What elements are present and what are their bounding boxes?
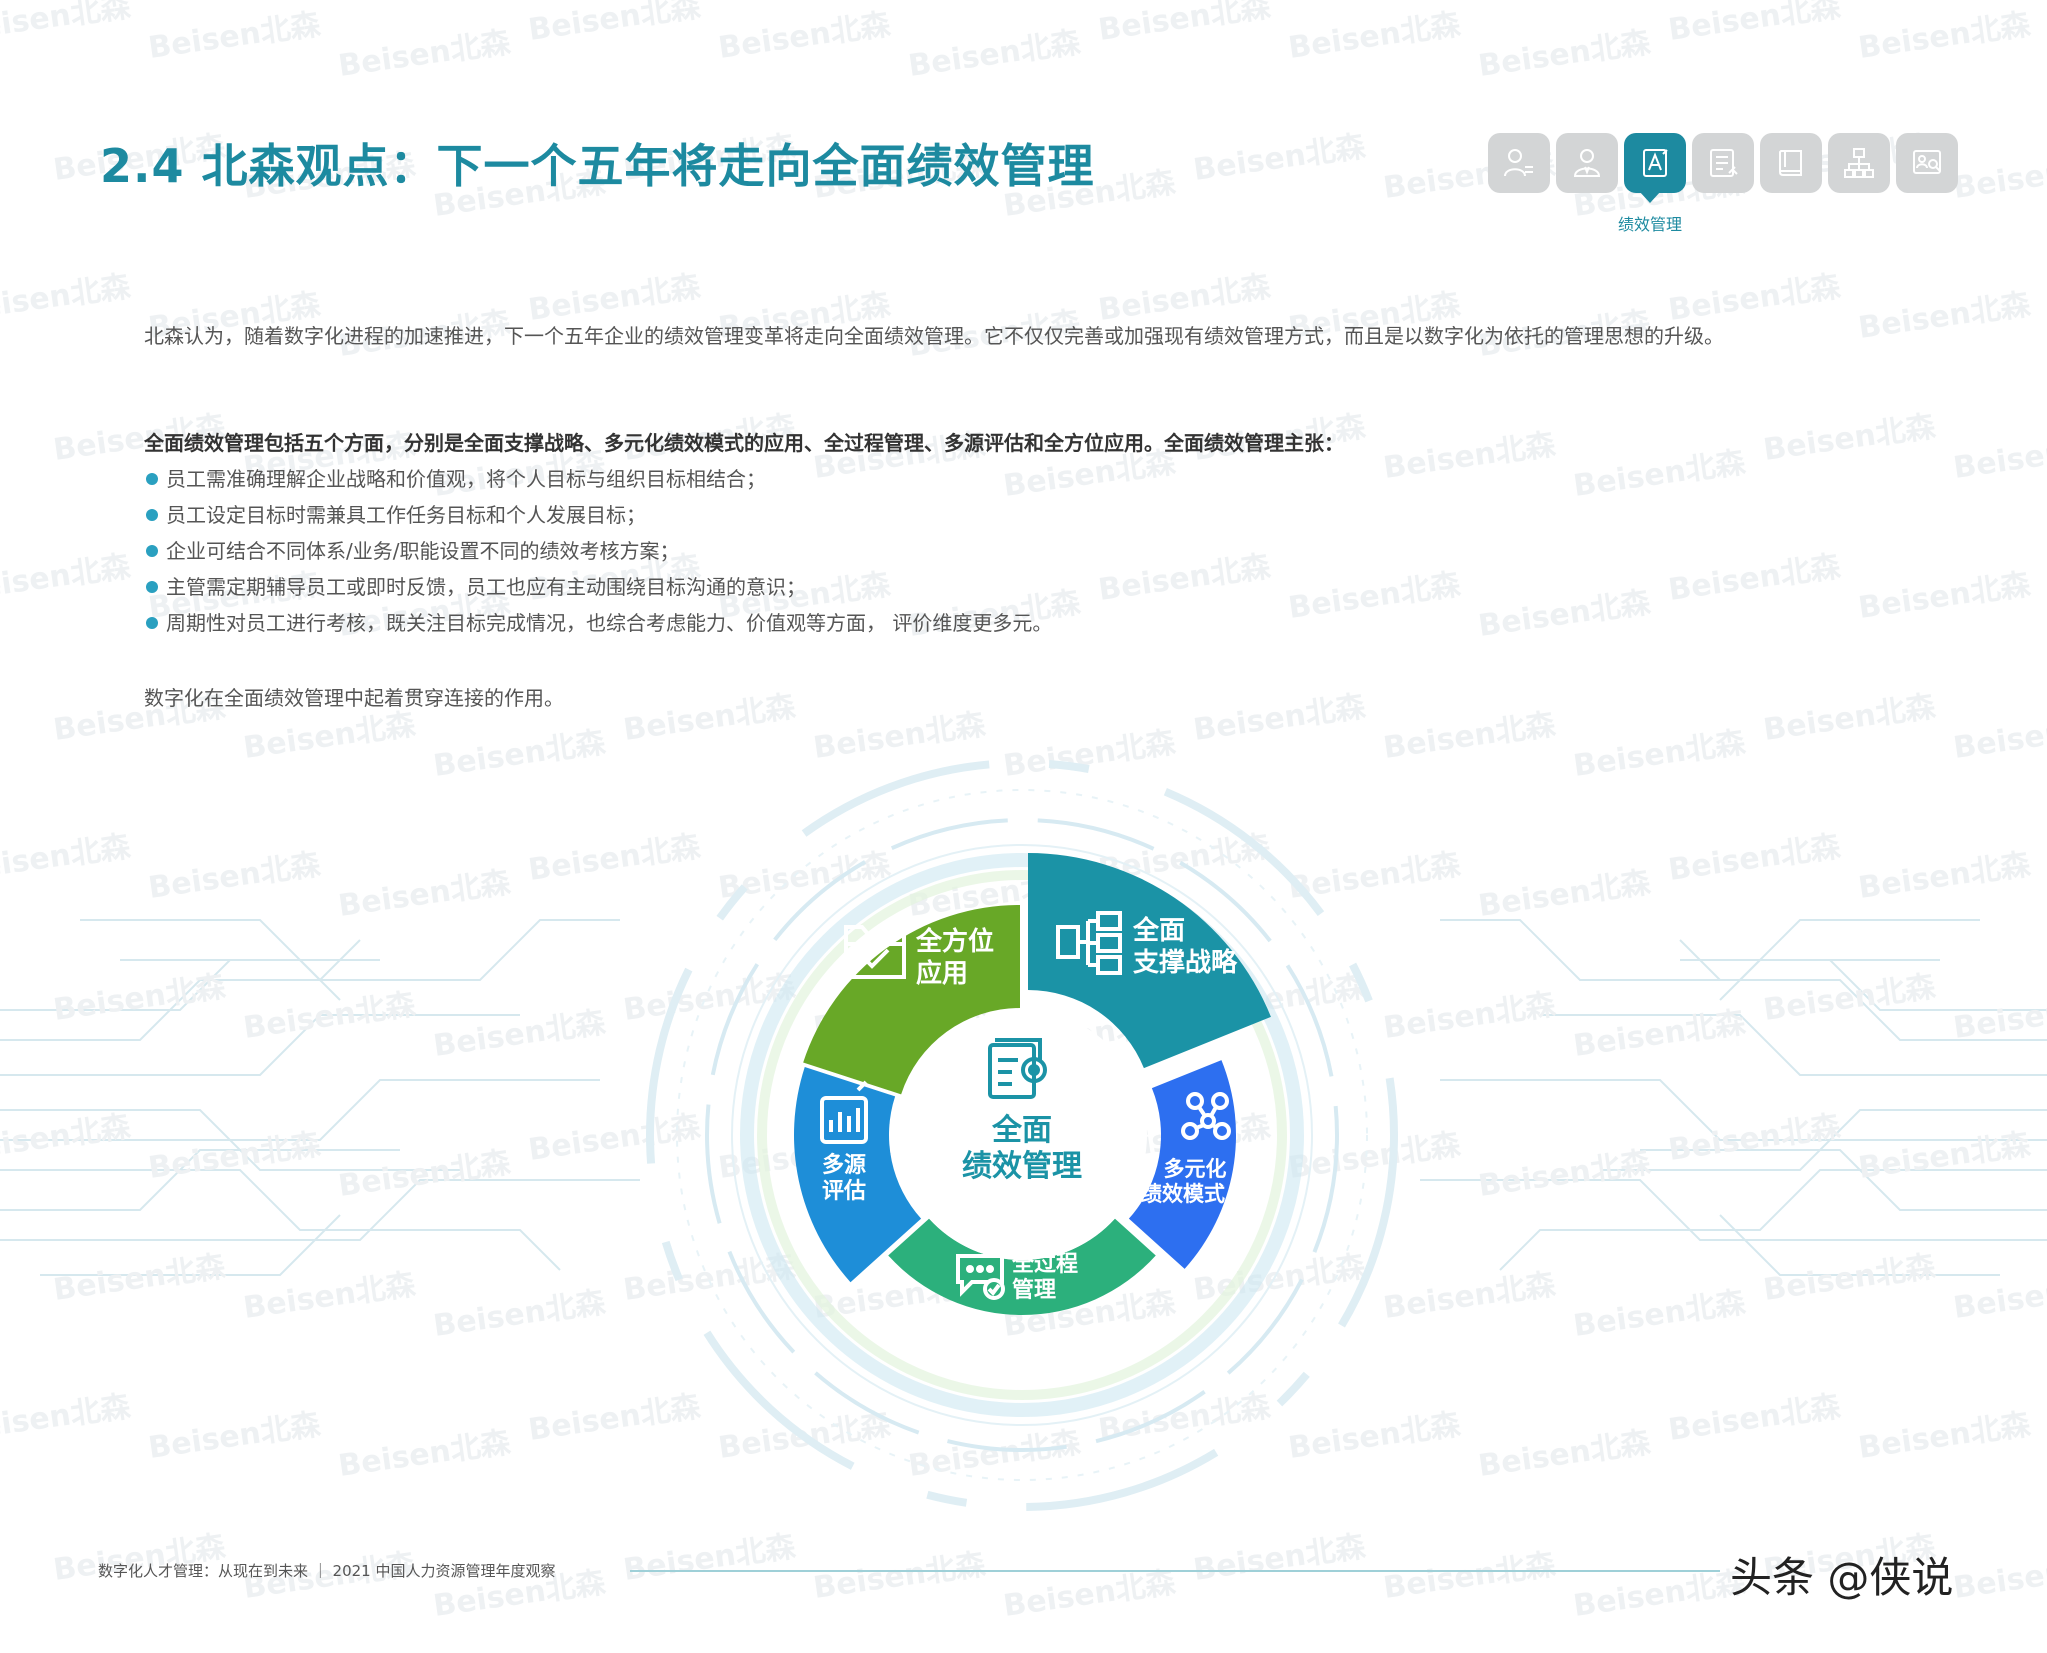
segment-multisource-line1: 多源 (822, 1152, 866, 1178)
watermark-text: Beisen北森 (1096, 0, 1273, 48)
watermark-text: Beisen北森 (1951, 427, 2047, 486)
list-item: 企业可结合不同体系/业务/职能设置不同的绩效考核方案； (146, 533, 1052, 569)
footer-text: 数字化人才管理：从现在到未来 ｜ 2021 中国人力资源管理年度观察 (98, 1562, 556, 1580)
org-chart-icon (1844, 148, 1874, 178)
watermark-text: Beisen北森 (1381, 427, 1558, 486)
center-title-line1: 全面 (991, 1113, 1052, 1148)
watermark-text: Beisen北森 (1666, 0, 1843, 48)
watermark-text: Beisen北森 (1096, 549, 1273, 608)
watermark-text: Beisen北森 (146, 7, 323, 66)
watermark-text: Beisen北森 (1951, 1547, 2047, 1606)
nav-button-form-list[interactable] (1692, 133, 1754, 193)
list-item-text: 企业可结合不同体系/业务/职能设置不同的绩效考核方案； (166, 539, 680, 563)
watermark-text: Beisen北森 (1286, 7, 1463, 66)
aspects-heading: 全面绩效管理包括五个方面，分别是全面支撑战略、多元化绩效模式的应用、全过程管理、… (144, 431, 1344, 455)
nav-button-book[interactable] (1760, 133, 1822, 193)
segment-application-line1: 全方位 (915, 926, 994, 957)
profile-search-icon (1913, 150, 1941, 174)
nav-button-person[interactable] (1556, 133, 1618, 193)
list-item-text: 员工需准确理解企业战略和价值观，将个人目标与组织目标相结合； (166, 467, 766, 491)
watermark-text: Beisen北森 (621, 1529, 798, 1588)
watermark-text: Beisen北森 (716, 7, 893, 66)
claims-list: 员工需准确理解企业战略和价值观，将个人目标与组织目标相结合； 员工设定目标时需兼… (146, 461, 1052, 641)
nav-button-performance[interactable] (1624, 133, 1686, 193)
credit-mark: 头条 @侠说 (1730, 1553, 1954, 1602)
list-item-text: 主管需定期辅导员工或即时反馈，员工也应有主动围绕目标沟通的意识； (166, 575, 806, 599)
list-item: 周期性对员工进行考核，既关注目标完成情况，也综合考虑能力、价值观等方面， 评价维… (146, 605, 1052, 641)
watermark-text: Beisen北森 (1856, 7, 2033, 66)
segment-process-line1: 全过程 (1011, 1251, 1078, 1277)
page-title: 2.4 北森观点：下一个五年将走向全面绩效管理 (100, 139, 1095, 193)
nav-button-profile-search[interactable] (1896, 133, 1958, 193)
performance-wheel-diagram: 全面 绩效管理 全面 支撑战略 多元化 绩效模式 全过程 管理 多源 评估 全方… (646, 759, 1398, 1511)
performance-icon (1643, 149, 1668, 177)
list-item-text: 周期性对员工进行考核，既关注目标完成情况，也综合考虑能力、价值观等方面， 评价维… (166, 611, 1053, 635)
watermark-text: Beisen北森 (906, 25, 1083, 84)
segment-strategy-line2: 支撑战略 (1133, 947, 1238, 978)
bullet-dot (146, 473, 158, 485)
watermark-text: Beisen北森 (1761, 409, 1938, 468)
closing-sentence: 数字化在全面绩效管理中起着贯穿连接的作用。 (144, 686, 564, 710)
watermark-text: Beisen北森 (526, 0, 703, 48)
nav-button-person-list[interactable] (1488, 133, 1550, 193)
segment-diversified-line2: 绩效模式 (1141, 1182, 1225, 1206)
watermark-text: Beisen北森 (1191, 129, 1368, 188)
segment-diversified-line1: 多元化 (1164, 1157, 1227, 1181)
watermark-text: Beisen北森 (1381, 1547, 1558, 1606)
segment-application-line2: 应用 (916, 958, 968, 989)
book-icon (1779, 150, 1802, 176)
watermark-text: Beisen北森 (1571, 1565, 1748, 1624)
intro-paragraph: 北森认为，随着数字化进程的加速推进，下一个五年企业的绩效管理变革将走向全面绩效管… (144, 324, 1724, 348)
nav-button-org-chart[interactable] (1828, 133, 1890, 193)
list-item-text: 员工设定目标时需兼具工作任务目标和个人发展目标； (166, 503, 646, 527)
footer-divider (630, 1570, 1720, 1572)
bullet-dot (146, 617, 158, 629)
list-item: 员工设定目标时需兼具工作任务目标和个人发展目标； (146, 497, 1052, 533)
watermark-text: Beisen北森 (0, 0, 133, 48)
watermark-text: Beisen北森 (1571, 445, 1748, 504)
form-list-icon (1710, 149, 1738, 177)
watermark-text: Beisen北森 (1476, 585, 1653, 644)
watermark-text: Beisen北森 (0, 549, 133, 608)
watermark-text: Beisen北森 (1001, 1565, 1178, 1624)
bullet-dot (146, 545, 158, 557)
segment-process-line2: 管理 (1012, 1277, 1056, 1303)
watermark-text: Beisen北森 (1286, 567, 1463, 626)
watermark-text: Beisen北森 (1951, 147, 2047, 206)
list-item: 主管需定期辅导员工或即时反馈，员工也应有主动围绕目标沟通的意识； (146, 569, 1052, 605)
watermark-text: Beisen北森 (1191, 1529, 1368, 1588)
center-title-line2: 绩效管理 (962, 1149, 1082, 1184)
segment-strategy-line1: 全面 (1132, 915, 1185, 946)
watermark-text: Beisen北森 (336, 25, 513, 84)
watermark-text: Beisen北森 (1666, 549, 1843, 608)
bullet-dot (146, 581, 158, 593)
watermark-text: Beisen北森 (1476, 25, 1653, 84)
person-icon (1573, 149, 1601, 177)
section-nav: 绩效管理 (1488, 133, 1964, 234)
segment-multisource-line2: 评估 (822, 1179, 866, 1204)
nav-active-label: 绩效管理 (1617, 215, 1682, 234)
watermark-text: Beisen北森 (1856, 567, 2033, 626)
list-item: 员工需准确理解企业战略和价值观，将个人目标与组织目标相结合； (146, 461, 1052, 497)
bullet-dot (146, 509, 158, 521)
watermark-text: Beisen北森 (811, 1547, 988, 1606)
nav-active-pointer (1639, 191, 1661, 203)
person-list-icon (1504, 149, 1533, 177)
